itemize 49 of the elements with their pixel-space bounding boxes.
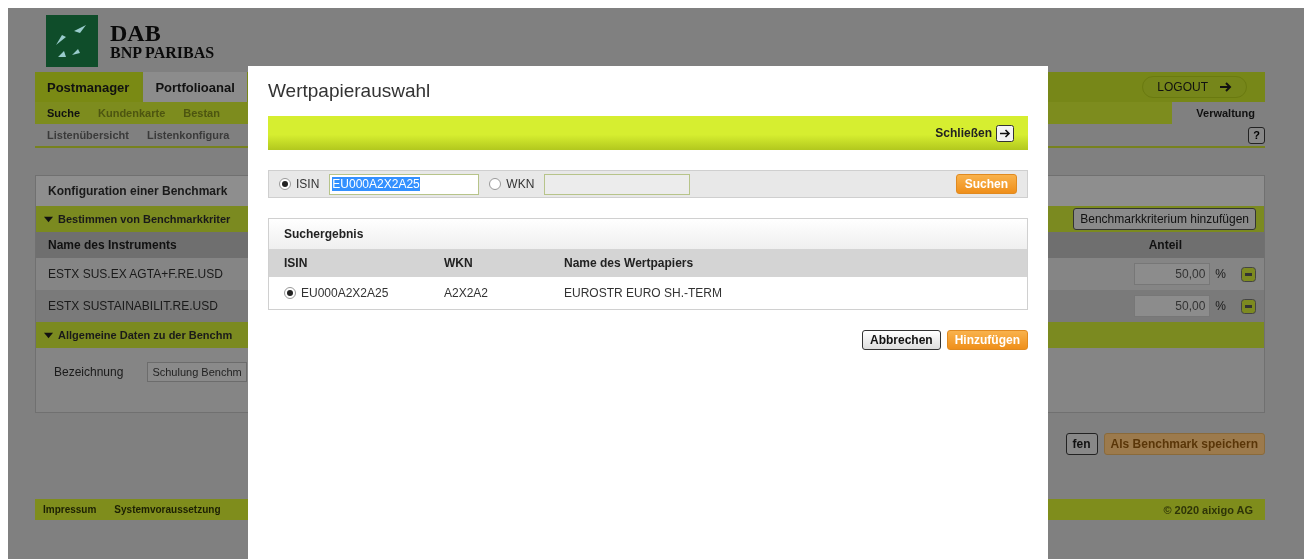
table-cell: ESTX SUSTAINABILIT.RE.USD: [48, 299, 218, 313]
save-button[interactable]: Als Benchmark speichern: [1103, 433, 1265, 455]
column-header: WKN: [444, 256, 474, 270]
search-field[interactable]: [544, 173, 691, 195]
column-header: Name des Wertpapiers: [564, 256, 695, 270]
help-button[interactable]: ?: [1248, 126, 1265, 144]
section-title[interactable]: Bestimmen von Benchmarkkriter: [58, 213, 231, 225]
subnav-item[interactable]: Suche: [47, 103, 80, 123]
logo-subtitle: BNP PARIBAS: [110, 45, 215, 61]
close-button[interactable]: Schließen: [935, 124, 1014, 142]
copyright-text: © 2020 aixigo AG: [1163, 503, 1253, 516]
column-header: ISIN: [284, 256, 309, 270]
subnav-link[interactable]: Listenkonfigura: [146, 129, 230, 141]
subnav-link[interactable]: Listenübersicht: [47, 129, 129, 141]
radio-button[interactable]: [489, 178, 502, 190]
footer-link[interactable]: Impressum: [43, 504, 97, 515]
action-button[interactable]: fen: [1065, 433, 1098, 455]
radio-label[interactable]: ISIN: [296, 177, 320, 191]
radio-button[interactable]: [284, 287, 296, 299]
table-cell: ESTX SUS.EX AGTA+F.RE.USD: [48, 267, 223, 281]
radio-button[interactable]: [279, 178, 291, 190]
section-title[interactable]: Allgemeine Daten zu der Benchm: [58, 329, 233, 341]
add-criterion-button[interactable]: Benchmarkkriterium hinzufügen: [1073, 208, 1256, 230]
table-cell-text: EUROSTR EURO SH.-TERM: [564, 286, 723, 300]
logo-icon: [46, 15, 98, 67]
unit-label: %: [1215, 299, 1226, 313]
minus-icon[interactable]: [1241, 298, 1256, 314]
designation-field[interactable]: Schulung Benchm: [147, 362, 247, 382]
subnav-item[interactable]: Verwaltung: [1172, 102, 1265, 124]
search-field[interactable]: EU000A2X2A25: [329, 173, 480, 195]
arrow-right-icon: [1220, 82, 1232, 92]
footer-link[interactable]: Systemvoraussetzung: [114, 504, 221, 515]
nav-tab[interactable]: Postmanager: [35, 72, 142, 102]
nav-tab[interactable]: Portfolioanal: [143, 72, 247, 102]
unit-label: %: [1215, 267, 1226, 281]
arrow-right-icon: [996, 124, 1014, 142]
dialog-title: Wertpapierauswahl: [268, 80, 432, 103]
logout-button[interactable]: LOGOUT: [1142, 76, 1247, 98]
table-cell-text: A2X2A2: [444, 286, 490, 300]
column-header: Name des Instruments: [48, 238, 177, 252]
field-label: Bezeichnung: [54, 365, 124, 379]
table-cell: EU000A2X2A25: [301, 286, 389, 300]
share-field[interactable]: 50,00: [1134, 295, 1211, 317]
logo-name: DAB: [110, 21, 162, 45]
minus-icon[interactable]: [1241, 266, 1256, 282]
share-field[interactable]: 50,00: [1134, 263, 1211, 285]
column-header: Anteil: [1148, 238, 1182, 252]
radio-label[interactable]: WKN: [506, 177, 535, 191]
cancel-button[interactable]: Abbrechen: [862, 330, 941, 350]
